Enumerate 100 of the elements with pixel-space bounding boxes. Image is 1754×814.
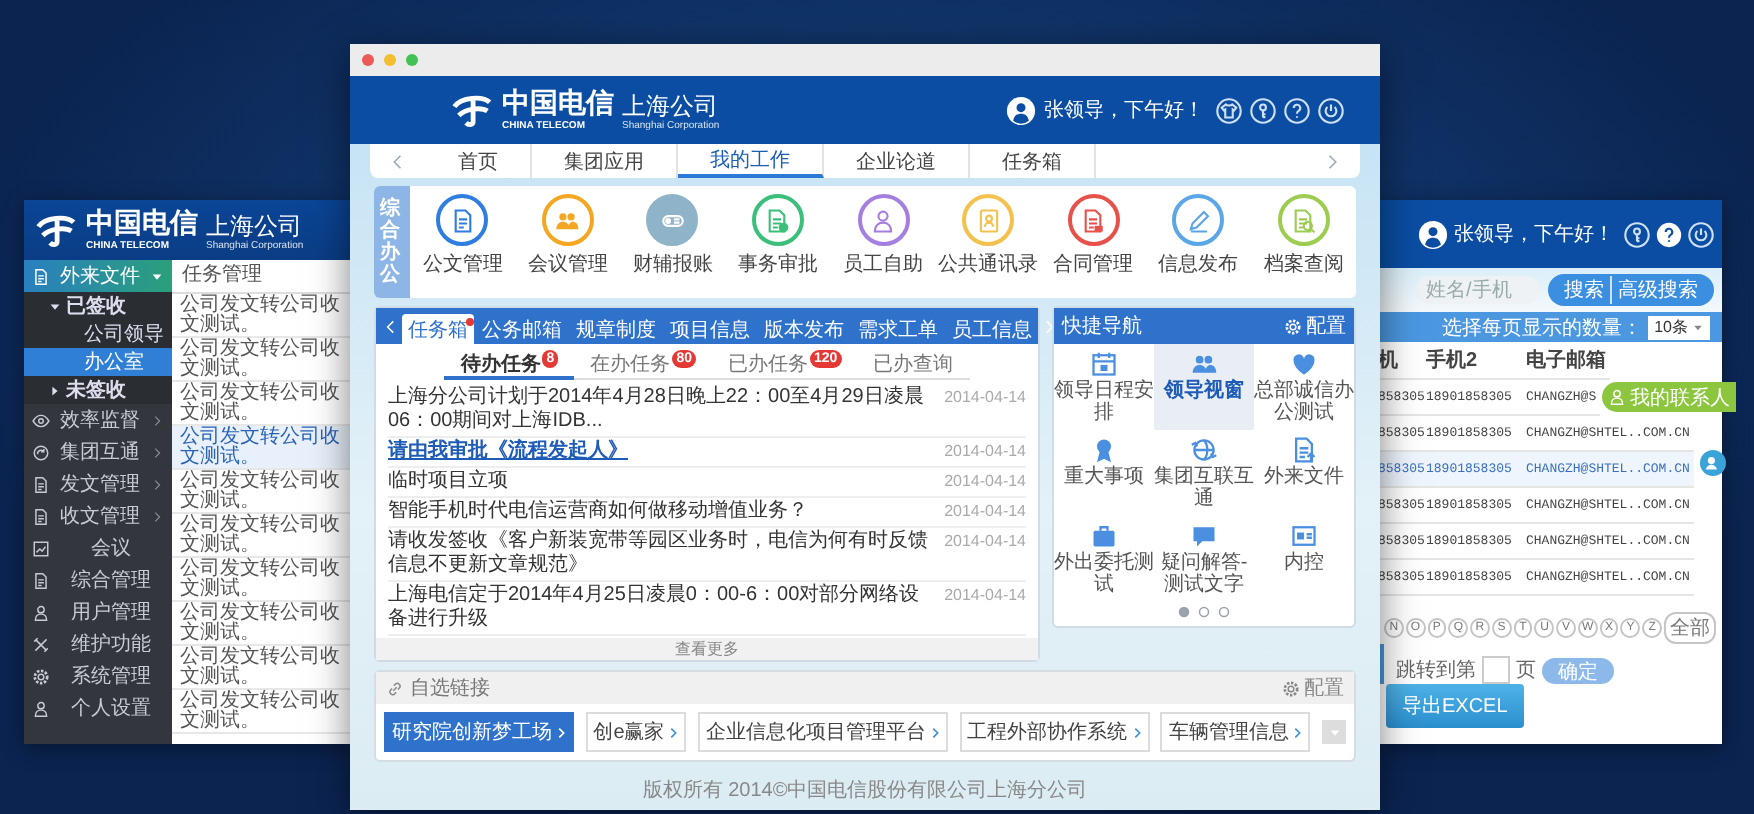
column-header: 手机2 [1426,347,1480,374]
page-size-label: 选择每页显示的数量： [1442,315,1643,341]
menu-item[interactable]: 用户管理 [24,596,172,628]
task-date: 2014-04-14 [944,386,1026,410]
app-shortcut[interactable]: 事务审批 [725,186,831,298]
app-shortcut[interactable]: 公共通讯录 [935,186,1041,298]
caret-down-icon [1692,321,1704,333]
tab[interactable]: 版本发布 [758,314,850,344]
task-title: 智能手机时代电信运营商如何做移动增值业务？ [388,500,810,524]
tab[interactable]: 已办查询 [857,348,970,380]
page-dot[interactable] [1198,606,1210,618]
chevron-right-icon [150,509,164,523]
app-shortcut[interactable]: 信息发布 [1145,186,1251,298]
chevron-right-icon [150,477,164,491]
app-shortcut[interactable]: 档案查阅 [1251,186,1357,298]
page-dot[interactable] [1178,606,1190,618]
nav-tab[interactable]: 企业论道 [824,144,970,178]
app-shortcut[interactable]: 财辅报账 [620,186,726,298]
avatar-icon [1006,95,1036,125]
shortcut-item[interactable]: 领导视窗 [1154,344,1254,430]
link-button[interactable]: 车辆管理信息 [1160,712,1311,752]
page-field[interactable] [1482,656,1510,684]
menu-item[interactable]: 综合管理 [24,564,172,596]
menu-item[interactable]: 发文管理 [24,468,172,500]
menu-item[interactable]: 个人设置 [24,692,172,724]
tree-item[interactable]: 未签收 [24,376,172,404]
task-link[interactable]: 请由我审批《流程发起人》 [388,440,933,464]
document-icon [32,571,50,589]
menu-item[interactable]: 维护功能 [24,628,172,660]
power-icon [1318,97,1344,123]
page-dot[interactable] [1218,606,1230,618]
menu-item[interactable]: 集团互通 [24,436,172,468]
eye-icon [32,411,50,429]
caret-down-icon [150,269,164,283]
nav-tab[interactable]: 首页 [426,144,532,178]
doc-check-icon [764,207,791,233]
pencil-icon [1185,207,1212,233]
nav-tab[interactable]: 任务箱 [970,144,1096,178]
config-button[interactable]: 配置 [1284,312,1346,340]
people-icon [1190,350,1218,378]
menu-item[interactable]: 会议 [24,532,172,564]
link-button[interactable]: 企业信息化项目管理平台 [697,712,948,752]
app-shortcut[interactable]: 会议管理 [515,186,621,298]
search-field[interactable]: 姓名/手机 [1416,276,1540,304]
shortcut-item[interactable]: 集团互联互通 [1154,430,1254,516]
key-icon [1250,97,1276,123]
avatar-icon [1418,219,1448,249]
link-button[interactable]: 工程外部协作系统 [959,712,1150,752]
tree-item[interactable]: 已签收 [24,292,172,320]
page-unit: 页 [1516,658,1536,684]
table-row[interactable]: 公司发文转公司收文测试。 [172,426,352,470]
gear-icon [32,667,50,685]
tab[interactable]: 公务邮箱 [476,314,568,344]
tab[interactable]: 规章制度 [570,314,662,344]
menu-item[interactable]: 外来文件 [24,260,172,292]
tab[interactable]: 需求工单 [852,314,944,344]
shortcut-item[interactable]: 重大事项 [1054,430,1154,516]
task-date: 2014-04-14 [944,470,1026,494]
brand-name: 中国电信 [502,88,614,120]
shortcut-item[interactable]: 总部诚信办公测试 [1254,344,1354,430]
app-shortcut[interactable]: 公文管理 [410,186,516,298]
menu-item[interactable]: 效率监督 [24,404,172,436]
chevron-right-icon [927,725,942,739]
shortcut-item[interactable]: 疑问解答-测试文字 [1154,516,1254,602]
person-icon [870,207,897,233]
tab[interactable]: 任务箱 [402,314,474,344]
menu-item[interactable]: 系统管理 [24,660,172,692]
dropdown-button[interactable] [1322,720,1346,744]
tree-item[interactable]: 公司领导 [24,320,172,348]
footer-text: 版权所有 2014©中国电信股份有限公司上海分公司 [640,777,1090,806]
document-icon [32,507,50,525]
task-title: 临时项目立项 [388,470,510,494]
task-title: 上海电信定于2014年4月25日凌晨0：00-6：00对部分网络设备进行升级 [388,584,922,632]
user-badge-icon[interactable] [1700,450,1726,476]
shortcut-item[interactable]: 领导日程安排 [1054,344,1154,430]
close-button[interactable] [362,54,374,66]
shortcut-item[interactable]: 内控 [1254,516,1354,602]
task-date: 2014-04-14 [944,500,1026,524]
branch-name: 上海公司 [622,93,720,120]
letter-filter[interactable]: 全部 [1663,612,1716,644]
page-size-dropdown[interactable]: 10条 [1648,315,1710,339]
document-icon [32,475,50,493]
tab[interactable]: 项目信息 [664,314,756,344]
zoom-button[interactable] [406,54,418,66]
nav-tab[interactable]: 集团应用 [532,144,678,178]
doc-stamp-icon [1080,207,1107,233]
unread-dot [466,318,474,326]
app-shortcut[interactable]: 员工自助 [830,186,936,298]
tab[interactable]: 员工信息 [946,314,1038,344]
shortcut-item[interactable]: 外来文件 [1254,430,1354,516]
link-button[interactable]: 研究院创新梦工场 [384,712,574,752]
nav-tab[interactable]: 我的工作 [678,144,824,178]
app-shortcut[interactable]: 合同管理 [1040,186,1146,298]
shortcut-item[interactable]: 外出委托测试 [1054,516,1154,602]
minimize-button[interactable] [384,54,396,66]
tree-item[interactable]: 办公室 [24,348,172,376]
refresh-icon [32,443,50,461]
link-button[interactable]: 创e赢家 [585,712,687,752]
task-date: 2014-04-14 [944,530,1026,554]
menu-item[interactable]: 收文管理 [24,500,172,532]
